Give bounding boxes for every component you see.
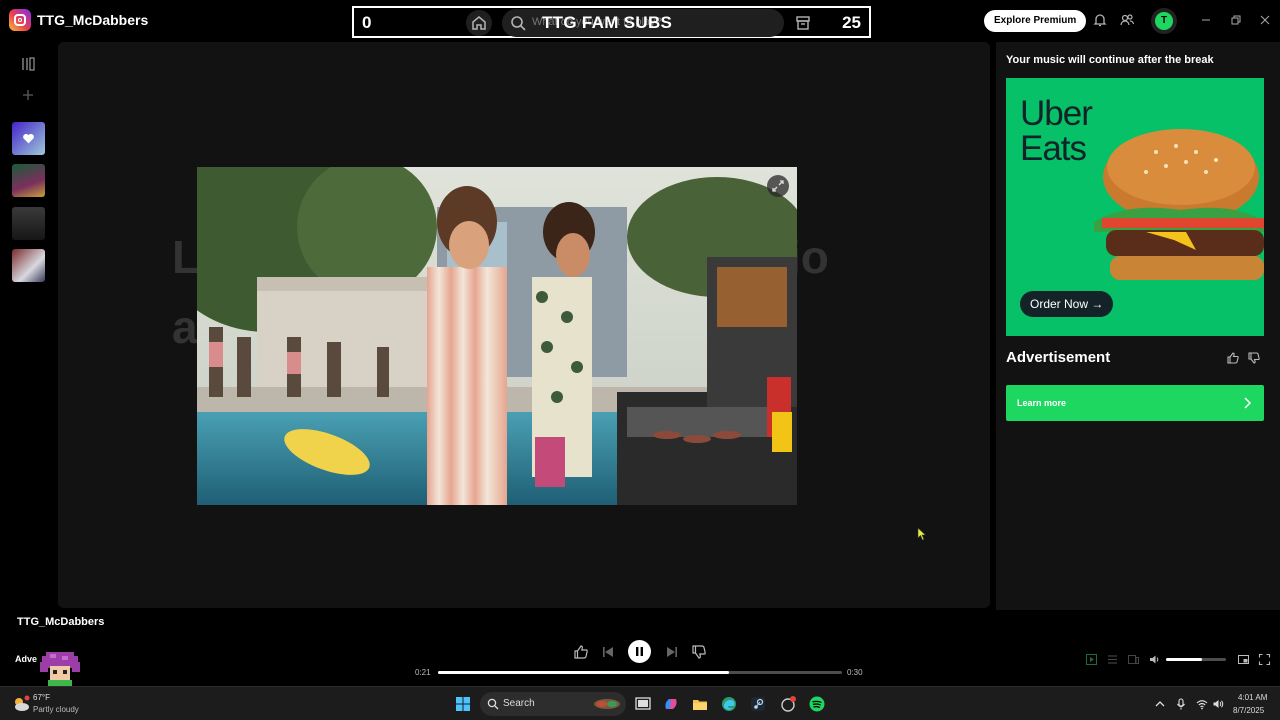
heart-icon	[23, 133, 34, 144]
expand-icon	[772, 180, 784, 192]
search-icon	[511, 16, 526, 31]
restore-icon[interactable]	[1228, 13, 1242, 27]
file-explorer-icon[interactable]	[691, 695, 709, 713]
close-icon[interactable]	[1258, 13, 1272, 27]
now-playing-view-icon[interactable]	[1085, 653, 1098, 666]
connect-device-icon[interactable]	[1127, 653, 1140, 666]
thumbs-down-icon[interactable]	[1247, 351, 1261, 365]
overlay-right-count: 25	[842, 13, 861, 32]
browse-icon	[796, 16, 810, 30]
burger-image	[1094, 129, 1264, 280]
wifi-icon[interactable]	[1196, 698, 1208, 710]
expand-video-button[interactable]	[767, 175, 789, 197]
volume-icon[interactable]	[1148, 653, 1161, 666]
overlay-left-count: 0	[362, 13, 372, 32]
pause-icon	[636, 647, 643, 656]
home-icon	[472, 16, 486, 30]
title-bar: TTG_McDabbers 0 What do you want to play…	[0, 0, 1280, 42]
volume-slider[interactable]	[1166, 658, 1226, 661]
pause-button[interactable]	[628, 640, 651, 663]
playlist-thumbnail[interactable]	[12, 164, 45, 197]
ad-side-panel: Your music will continue after the break…	[996, 42, 1280, 630]
total-duration: 0:30	[847, 668, 863, 677]
learn-more-button[interactable]: Learn more	[1006, 385, 1264, 421]
search-highlight-icon	[594, 699, 620, 709]
video-ad-player[interactable]	[197, 167, 797, 505]
progress-bar[interactable]	[438, 671, 842, 674]
ad-brand-logo: Uber Eats	[1020, 94, 1093, 168]
sub-counter-overlay: 0 What do you want to play? TTG FAM SUBS…	[352, 6, 871, 38]
library-icon[interactable]	[20, 56, 36, 72]
background-text: L	[172, 231, 201, 283]
spotify-icon[interactable]	[808, 695, 826, 713]
speaker-icon[interactable]	[1212, 698, 1224, 710]
now-playing-view: L io a	[58, 42, 990, 608]
windows-taskbar: 67°F Partly cloudy Search 4:01 AM 8/7/20…	[0, 686, 1280, 720]
steam-icon[interactable]	[749, 695, 767, 713]
player-bar: TTG_McDabbers Adve 0:21 0:30	[0, 610, 1280, 686]
microphone-icon[interactable]	[1175, 698, 1187, 710]
ad-banner[interactable]: Uber Eats Order Now →	[1006, 78, 1264, 336]
mouse-cursor-icon	[917, 527, 927, 541]
now-playing-label: Adve	[15, 654, 38, 664]
liked-songs-thumbnail[interactable]	[12, 122, 45, 155]
clock-date[interactable]: 8/7/2025	[1233, 706, 1264, 715]
taskbar-search[interactable]: Search	[480, 692, 626, 716]
weather-description: Partly cloudy	[33, 705, 79, 714]
thumbs-up-icon[interactable]	[1226, 351, 1240, 365]
search-input[interactable]: What do you want to play? TTG FAM SUBS	[502, 9, 784, 37]
fullscreen-icon[interactable]	[1258, 653, 1271, 666]
edge-icon[interactable]	[720, 695, 738, 713]
thumbs-up-icon[interactable]	[573, 644, 589, 660]
weather-temperature: 67°F	[33, 693, 50, 702]
progress-fill	[438, 671, 729, 674]
browse-button[interactable]	[790, 10, 816, 36]
avatar[interactable]: T	[1151, 8, 1177, 34]
next-icon[interactable]	[664, 644, 680, 660]
copilot-icon[interactable]	[662, 695, 680, 713]
app-icon[interactable]	[779, 695, 797, 713]
search-icon	[487, 698, 499, 710]
avatar-letter: T	[1155, 12, 1173, 30]
previous-icon[interactable]	[600, 644, 616, 660]
minimize-icon[interactable]	[1199, 13, 1213, 27]
background-text: a	[172, 301, 198, 353]
task-view-icon[interactable]	[634, 695, 652, 713]
mini-player-icon[interactable]	[1237, 653, 1250, 666]
friends-icon[interactable]	[1119, 12, 1135, 28]
home-button[interactable]	[466, 10, 492, 36]
chevron-up-icon[interactable]	[1154, 698, 1166, 710]
playlist-thumbnail[interactable]	[12, 207, 45, 240]
windows-start-icon[interactable]	[455, 696, 471, 712]
bell-icon[interactable]	[1092, 12, 1108, 28]
playlist-thumbnail[interactable]	[12, 249, 45, 282]
video-frame	[197, 167, 797, 505]
now-playing-artist[interactable]: TTG_McDabbers	[17, 616, 104, 628]
overlay-title: TTG FAM SUBS	[542, 13, 673, 32]
advertisement-heading: Advertisement	[1006, 349, 1111, 366]
elapsed-time: 0:21	[415, 668, 431, 677]
explore-premium-button[interactable]: Explore Premium	[984, 10, 1087, 32]
instagram-icon	[9, 9, 31, 31]
volume-fill	[1166, 658, 1202, 661]
taskbar-search-label: Search	[503, 698, 535, 709]
account-name: TTG_McDabbers	[37, 12, 149, 28]
chevron-right-icon	[1244, 397, 1252, 409]
partly-cloudy-icon[interactable]	[12, 695, 30, 713]
order-now-button[interactable]: Order Now →	[1020, 291, 1114, 317]
library-sidebar	[0, 42, 56, 610]
learn-more-label: Learn more	[1017, 398, 1067, 408]
ad-break-notice: Your music will continue after the break	[1006, 54, 1214, 66]
thumbs-down-icon[interactable]	[691, 644, 707, 660]
plus-icon[interactable]	[20, 87, 36, 103]
queue-icon[interactable]	[1106, 653, 1119, 666]
clock-time[interactable]: 4:01 AM	[1238, 693, 1267, 702]
